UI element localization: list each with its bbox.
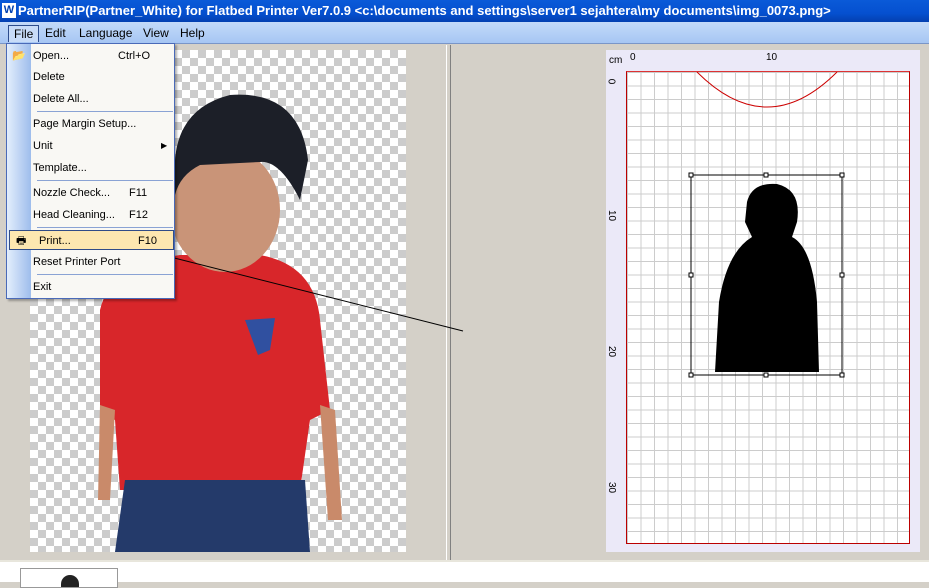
printer-icon: 🖶 <box>16 235 27 247</box>
menu-item-head-cleaning[interactable]: Head Cleaning... F12 <box>33 205 173 225</box>
page-overlay <box>688 72 845 378</box>
v-ruler-label: 10 <box>606 209 618 222</box>
print-page[interactable] <box>626 71 910 544</box>
menu-edit[interactable]: Edit <box>40 25 71 42</box>
menu-item-reset-printer-port[interactable]: Reset Printer Port <box>33 252 173 272</box>
menu-item-open[interactable]: 📂 Open... Ctrl+O <box>12 46 173 66</box>
ruler-unit: cm <box>609 55 623 66</box>
menu-file[interactable]: File <box>8 25 40 42</box>
ruler-area: cm 0 10 0 10 20 30 <box>605 50 920 552</box>
h-ruler-label: 10 <box>766 52 778 63</box>
v-ruler-label: 20 <box>606 345 618 358</box>
menu-item-template[interactable]: Template... <box>33 158 173 178</box>
h-ruler-label: 0 <box>630 52 636 63</box>
layout-pane: cm 0 10 0 10 20 30 <box>452 45 929 560</box>
menu-item-nozzle-check[interactable]: Nozzle Check... F11 <box>33 183 173 203</box>
v-ruler-label: 30 <box>606 481 618 494</box>
menu-view[interactable]: View <box>138 25 174 42</box>
menu-item-delete[interactable]: Delete <box>33 67 173 87</box>
menu-bar: File Edit Language View Help <box>0 22 929 44</box>
menu-item-exit[interactable]: Exit <box>33 277 173 297</box>
menu-item-delete-all[interactable]: Delete All... <box>33 89 173 109</box>
app-icon[interactable]: W <box>2 3 16 18</box>
submenu-arrow-icon: ▶ <box>161 141 168 150</box>
menu-help[interactable]: Help <box>175 25 210 42</box>
menu-language[interactable]: Language <box>74 25 137 42</box>
menu-item-page-margin-setup[interactable]: Page Margin Setup... <box>33 114 173 134</box>
window-title: PartnerRIP(Partner_White) for Flatbed Pr… <box>18 3 831 18</box>
v-ruler-label: 0 <box>605 78 617 85</box>
folder-open-icon: 📂 <box>12 50 26 62</box>
thumbnail-item[interactable] <box>20 568 118 588</box>
menu-item-unit[interactable]: Unit ▶ <box>33 136 173 156</box>
title-bar: W PartnerRIP(Partner_White) for Flatbed … <box>0 0 929 22</box>
thumbnail-strip <box>0 560 929 588</box>
menu-item-print[interactable]: 🖶 Print... F10 <box>9 230 174 250</box>
pane-splitter[interactable] <box>446 45 451 560</box>
file-menu-dropdown: 📂 Open... Ctrl+O Delete Delete All... Page… <box>6 43 175 299</box>
